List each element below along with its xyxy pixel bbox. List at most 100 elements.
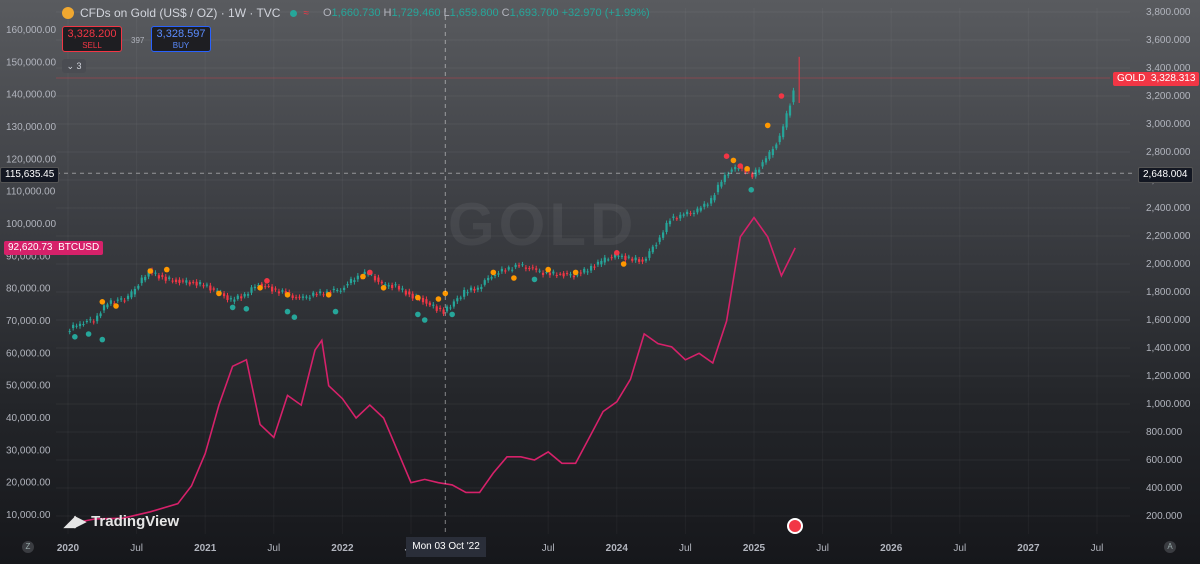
right-axis-tick-label: 2,200.000 <box>1146 231 1191 242</box>
gold-candle-body <box>771 149 774 156</box>
sell-label: SELL <box>82 41 102 50</box>
indicators-collapse-button[interactable]: ⌄ 3 <box>62 59 86 73</box>
right-axis-tick-label: 1,000.000 <box>1146 399 1191 410</box>
gold-candle-body <box>133 288 136 295</box>
left-price-axis: 160,000.00 150,000.00 140,000.00 130,000.00… <box>6 25 56 521</box>
gold-candle-body <box>85 321 88 323</box>
us-flag-event-icon[interactable] <box>787 518 803 534</box>
gold-candle-body <box>572 275 576 278</box>
signal-marker-teal <box>449 311 455 318</box>
gold-candle-body <box>229 298 233 300</box>
signal-marker-red <box>723 153 730 159</box>
gold-candle-body <box>692 212 696 214</box>
right-axis-tick-label: 3,600.000 <box>1146 35 1191 46</box>
alert-icon[interactable]: ≈ <box>303 8 309 19</box>
gold-candle-body <box>291 295 294 299</box>
buy-label: BUY <box>172 41 190 50</box>
gold-candle-body <box>356 275 359 280</box>
gold-candle-body <box>205 284 209 286</box>
signal-marker-red <box>367 269 373 276</box>
gold-candle-body <box>308 297 311 299</box>
gold-candle-body <box>593 266 596 268</box>
gold-candle-body <box>541 272 545 275</box>
gold-candle-body <box>706 204 709 206</box>
gold-candle-body <box>222 293 226 297</box>
signal-marker-teal <box>421 317 428 323</box>
crosshair-price-right: 2,648.004 <box>1138 167 1193 183</box>
buy-price: 3,328.597 <box>156 28 206 40</box>
signal-marker-orange <box>325 292 332 298</box>
signal-marker-orange <box>511 275 517 281</box>
symbol-title[interactable]: CFDs on Gold (US$ / OZ) · 1W · TVC <box>80 6 280 20</box>
right-axis-tick-label: 200.000 <box>1146 511 1183 522</box>
right-axis-tick-label: 400.000 <box>1146 483 1183 494</box>
left-axis-tick-label: 120,000.00 <box>6 154 56 165</box>
gold-candle-body <box>164 276 167 281</box>
gold-candle-body <box>171 280 174 282</box>
gold-candle-body <box>209 285 212 291</box>
gold-candle-body <box>253 286 257 289</box>
gold-candle-body <box>144 276 147 281</box>
gold-candle-body <box>672 216 675 218</box>
time-axis-tick-label: 2022 <box>331 543 354 554</box>
right-axis-tick-label: 1,800.000 <box>1146 287 1191 298</box>
gold-candle-body <box>442 309 445 314</box>
auto-scale-icon[interactable]: A <box>1164 541 1176 553</box>
gold-candle-body <box>775 144 778 149</box>
gold-candle-body <box>668 220 672 225</box>
gold-candle-body <box>281 290 284 292</box>
gold-candle-body <box>349 278 353 283</box>
gold-candle-body <box>555 275 558 277</box>
gold-candle-body <box>514 264 517 268</box>
gold-candle-body <box>137 285 140 289</box>
signal-marker-red <box>778 93 785 99</box>
signal-marker-orange <box>730 157 737 164</box>
gold-candle-body <box>504 270 507 272</box>
zoom-reset-icon[interactable]: Z <box>22 541 34 553</box>
gold-candle-body <box>168 277 171 279</box>
gold-candle-body <box>583 268 586 273</box>
signal-marker-teal <box>99 336 106 343</box>
left-axis-tick-label: 140,000.00 <box>6 90 56 101</box>
market-status-icon <box>290 9 298 17</box>
gold-candle-body <box>432 304 435 306</box>
gold-candle-body <box>82 323 85 325</box>
time-axis-tick-label: Jul <box>542 543 555 554</box>
btc-line <box>67 216 796 525</box>
gold-candle-body <box>500 268 503 272</box>
gold-candle-body <box>792 90 795 103</box>
gold-candle-body <box>562 273 565 277</box>
gold-candle-body <box>421 297 425 303</box>
gold-candle-body <box>68 331 71 333</box>
right-axis-tick-label: 2,400.000 <box>1146 203 1191 214</box>
gold-candle-body <box>277 291 281 294</box>
gold-candle-body <box>373 276 377 281</box>
buy-button[interactable]: 3,328.597 BUY <box>151 26 211 52</box>
grid-lines <box>56 8 1130 534</box>
gold-candle-body <box>408 291 411 295</box>
gold-candle-body <box>764 158 768 163</box>
gold-candle-body <box>274 288 277 290</box>
gold-candle-body <box>535 268 538 270</box>
btc-series <box>67 216 796 525</box>
gold-candle-body <box>699 207 702 211</box>
gold-candle-body <box>233 299 236 302</box>
gold-candle-body <box>294 297 298 299</box>
signal-marker-orange <box>620 261 627 267</box>
tradingview-logo[interactable]: ◢▶ TradingView <box>64 512 179 531</box>
gold-candle-body <box>322 294 325 296</box>
chart-canvas[interactable]: 3,800.0003,600.0003,400.0003,200.0003,00… <box>0 0 1200 564</box>
gold-candle-body <box>346 283 349 286</box>
ohlc-values: O1,660.730 H1,729.460 L1,659.800 C1,693.… <box>322 7 650 19</box>
signal-marker-teal <box>284 308 291 315</box>
gold-candle-body <box>490 277 493 279</box>
gold-candle-body <box>89 319 92 321</box>
gold-candle-body <box>497 273 500 275</box>
sell-price: 3,328.200 <box>67 28 117 40</box>
gold-candle-body <box>648 251 651 258</box>
sell-button[interactable]: 3,328.200 SELL <box>62 26 122 52</box>
gold-candle-body <box>782 126 785 138</box>
gold-candle-body <box>476 287 479 290</box>
gold-candle-body <box>727 174 730 176</box>
gold-candle-body <box>198 282 202 285</box>
